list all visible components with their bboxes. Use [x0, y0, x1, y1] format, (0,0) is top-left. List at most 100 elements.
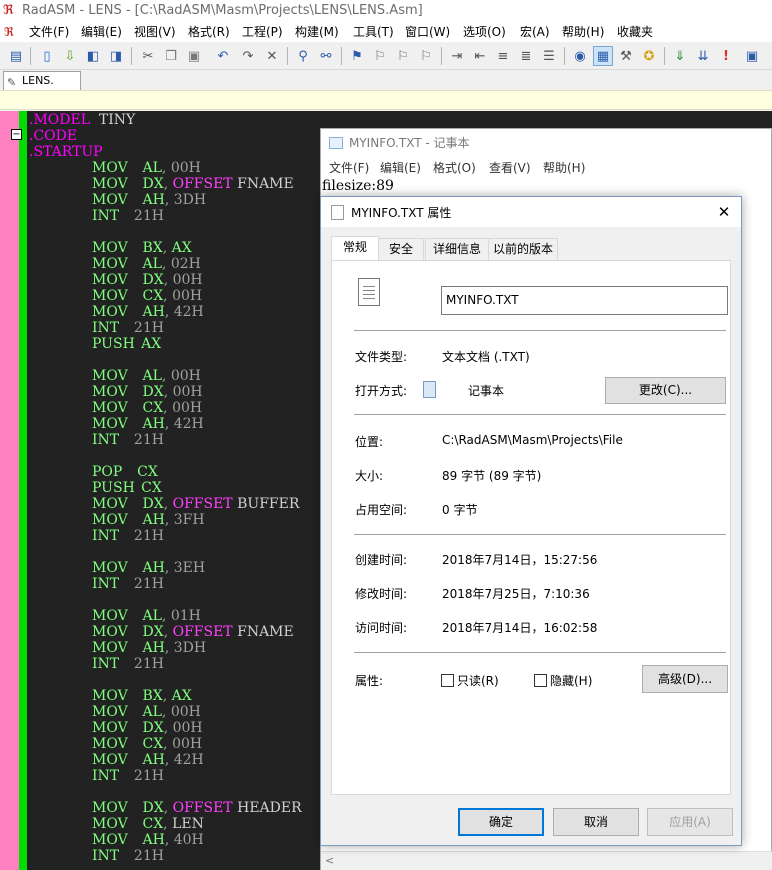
close-icon[interactable]: ✕ — [709, 199, 739, 225]
hidden-label[interactable]: 隐藏(H) — [550, 672, 592, 689]
undo-icon[interactable]: ↶ — [213, 46, 233, 66]
advanced-button[interactable]: 高级(D)... — [642, 665, 728, 693]
save-all-icon[interactable]: ◨ — [106, 46, 126, 66]
menu-tools[interactable]: 工具(T) — [353, 22, 394, 42]
menu-app-icon[interactable]: ℜ — [4, 22, 14, 42]
file-icon-line — [363, 294, 375, 295]
file-icon-line — [363, 298, 375, 299]
fold-gutter[interactable] — [11, 111, 19, 870]
code-line: MOV AL, 00H — [92, 368, 201, 384]
menu-format[interactable]: 格式(R) — [188, 22, 230, 42]
notepad-menu-help[interactable]: 帮助(H) — [543, 159, 585, 176]
hidden-checkbox[interactable] — [534, 674, 547, 687]
fold-collapse-icon[interactable]: − — [11, 129, 22, 140]
code-token: MOV — [92, 512, 128, 528]
notepad-menu-edit[interactable]: 编辑(E) — [380, 159, 421, 176]
bookmark-next-icon[interactable]: ⚐ — [370, 46, 390, 66]
open-file-icon[interactable]: ⇩ — [60, 46, 80, 66]
code-token: , — [163, 816, 168, 832]
tools-icon[interactable]: ⚒ — [616, 46, 636, 66]
notepad-menu-file[interactable]: 文件(F) — [329, 159, 369, 176]
delete-icon[interactable]: ✕ — [262, 46, 282, 66]
notepad-menu-view[interactable]: 查看(V) — [489, 159, 531, 176]
cut-icon[interactable]: ✂ — [138, 46, 158, 66]
cancel-button[interactable]: 取消 — [553, 808, 639, 836]
code-token: MOV — [92, 800, 128, 816]
tab-security[interactable]: 安全 — [378, 238, 424, 260]
code-token: AH — [142, 560, 165, 576]
code-token: 00H — [170, 368, 201, 384]
comment-icon[interactable]: ≡ — [493, 46, 513, 66]
code-line: MOV AH, 42H — [92, 416, 204, 432]
app-title: RadASM - LENS - [C:\RadASM\Masm\Projects… — [22, 3, 423, 18]
notepad-text-area[interactable]: filesize:89 — [322, 178, 394, 194]
debug-icon[interactable]: ▣ — [742, 46, 762, 66]
menu-build[interactable]: 构建(M) — [295, 22, 339, 42]
code-token: MOV — [92, 752, 128, 768]
code-token: 40H — [173, 832, 204, 848]
menu-file[interactable]: 文件(F) — [29, 22, 69, 42]
code-token: 00H — [172, 400, 203, 416]
change-button[interactable]: 更改(C)... — [605, 377, 726, 404]
project-browser-icon[interactable]: ◉ — [570, 46, 590, 66]
code-line: INT 21H — [92, 576, 164, 592]
code-token: , — [164, 192, 170, 208]
bookmark-prev-icon[interactable]: ⚐ — [393, 46, 413, 66]
file-tab-lens[interactable]: ✎ LENS. Asm — [3, 71, 81, 104]
app-menu-bar: ℜ 文件(F) 编辑(E) 视图(V) 格式(R) 工程(P) 构建(M) 工具… — [0, 22, 772, 42]
copy-icon[interactable]: ❐ — [161, 46, 181, 66]
code-token: AL — [142, 704, 162, 720]
redo-icon[interactable]: ↷ — [238, 46, 258, 66]
tab-details[interactable]: 详细信息 — [425, 238, 489, 260]
code-token: , — [164, 752, 170, 768]
code-token: 00H — [170, 704, 201, 720]
assemble-icon[interactable]: ⇓ — [670, 46, 690, 66]
print-icon[interactable]: ▤ — [6, 46, 26, 66]
bookmark-toggle-icon[interactable]: ⚑ — [347, 46, 367, 66]
build-icon[interactable]: ⇊ — [693, 46, 713, 66]
notepad-horizontal-scrollbar[interactable]: < — [321, 851, 772, 870]
replace-icon[interactable]: ⚯ — [316, 46, 336, 66]
notepad-menu-format[interactable]: 格式(O) — [433, 159, 476, 176]
menu-project[interactable]: 工程(P) — [242, 22, 283, 42]
uncomment-icon[interactable]: ≣ — [516, 46, 536, 66]
paste-icon[interactable]: ▣ — [184, 46, 204, 66]
code-line: PUSH CX — [92, 480, 162, 496]
breakpoint-gutter[interactable] — [0, 111, 11, 870]
readonly-label[interactable]: 只读(R) — [457, 672, 499, 689]
code-line: INT 21H — [92, 208, 164, 224]
favorites-icon[interactable]: ✪ — [639, 46, 659, 66]
menu-view[interactable]: 视图(V) — [134, 22, 176, 42]
menu-macro[interactable]: 宏(A) — [520, 22, 550, 42]
menu-help[interactable]: 帮助(H) — [562, 22, 604, 42]
align-icon[interactable]: ☰ — [539, 46, 559, 66]
file-name-field[interactable]: MYINFO.TXT — [441, 286, 728, 315]
menu-edit[interactable]: 编辑(E) — [81, 22, 122, 42]
run-icon[interactable]: ! — [716, 46, 736, 66]
code-token: CX — [142, 816, 164, 832]
code-token: 42H — [173, 752, 204, 768]
code-token: LEN — [172, 816, 204, 832]
tab-general[interactable]: 常规 — [331, 236, 379, 261]
find-icon[interactable]: ⚲ — [293, 46, 313, 66]
code-token: AX — [171, 688, 192, 704]
readonly-checkbox[interactable] — [441, 674, 454, 687]
indent-icon[interactable]: ⇥ — [447, 46, 467, 66]
bookmark-clear-icon[interactable]: ⚐ — [416, 46, 436, 66]
menu-options[interactable]: 选项(O) — [463, 22, 506, 42]
code-line: MOV DX, OFFSET HEADER — [92, 800, 302, 816]
save-icon[interactable]: ◧ — [83, 46, 103, 66]
code-token: 42H — [173, 416, 204, 432]
code-token: BUFFER — [237, 496, 300, 512]
code-token: , — [163, 176, 169, 192]
ok-button[interactable]: 确定 — [458, 808, 544, 836]
menu-window[interactable]: 窗口(W) — [405, 22, 450, 42]
new-file-icon[interactable]: ▯ — [37, 46, 57, 66]
outdent-icon[interactable]: ⇤ — [470, 46, 490, 66]
code-line: MOV DX, 00H — [92, 384, 203, 400]
output-window-icon[interactable]: ▦ — [593, 46, 613, 66]
menu-favorites[interactable]: 收藏夹 — [617, 22, 653, 42]
code-token: , — [162, 240, 168, 256]
scroll-left-icon[interactable]: < — [325, 854, 334, 867]
tab-previous-versions[interactable]: 以前的版本 — [488, 238, 558, 260]
